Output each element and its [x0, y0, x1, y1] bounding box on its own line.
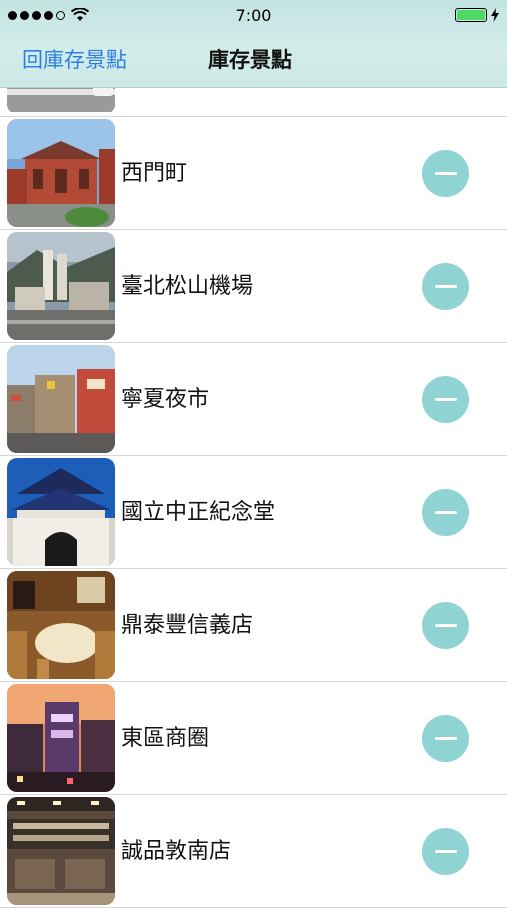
- remove-button[interactable]: [422, 489, 469, 536]
- list-item[interactable]: 臺北松山機場: [0, 230, 507, 343]
- wifi-icon: [71, 8, 89, 21]
- attraction-name: 誠品敦南店: [121, 839, 232, 864]
- battery-icon: [455, 8, 499, 22]
- minus-icon: [434, 285, 457, 288]
- remove-button[interactable]: [422, 150, 469, 197]
- remove-button[interactable]: [422, 602, 469, 649]
- attraction-name: 西門町: [121, 161, 188, 186]
- attraction-thumbnail: [7, 345, 115, 453]
- charging-bolt-icon: [491, 8, 499, 22]
- list-item[interactable]: 鼎泰豐信義店: [0, 569, 507, 682]
- attraction-name: 寧夏夜市: [121, 387, 210, 412]
- list-item[interactable]: 寧夏夜市: [0, 343, 507, 456]
- remove-button[interactable]: [422, 263, 469, 310]
- minus-icon: [434, 737, 457, 740]
- back-button[interactable]: 回庫存景點: [22, 44, 127, 74]
- remove-button[interactable]: [422, 376, 469, 423]
- attraction-name: 臺北松山機場: [121, 274, 254, 299]
- list-item[interactable]: 西門町: [0, 117, 507, 230]
- attraction-thumbnail: [7, 119, 115, 227]
- attraction-thumbnail: [7, 797, 115, 905]
- list-item[interactable]: 國立中正紀念堂: [0, 456, 507, 569]
- attraction-list[interactable]: 西門町 臺北松山機場 寧夏夜市 國立中正紀念堂 鼎泰豐信義店 東區商圈 誠品敦南…: [0, 0, 507, 908]
- minus-icon: [434, 511, 457, 514]
- minus-icon: [434, 850, 457, 853]
- signal-strength-icon: [8, 10, 65, 20]
- minus-icon: [434, 172, 457, 175]
- attraction-thumbnail: [7, 232, 115, 340]
- attraction-thumbnail: [7, 571, 115, 679]
- list-item[interactable]: 東區商圈: [0, 682, 507, 795]
- minus-icon: [434, 624, 457, 627]
- attraction-thumbnail: [7, 684, 115, 792]
- minus-icon: [434, 398, 457, 401]
- attraction-name: 東區商圈: [121, 726, 210, 751]
- attraction-name: 國立中正紀念堂: [121, 500, 276, 525]
- page-title: 庫存景點: [208, 48, 292, 72]
- attraction-name: 鼎泰豐信義店: [121, 613, 254, 638]
- list-item[interactable]: 誠品敦南店: [0, 795, 507, 908]
- status-bar: 7:00: [0, 0, 507, 30]
- remove-button[interactable]: [422, 828, 469, 875]
- remove-button[interactable]: [422, 715, 469, 762]
- attraction-thumbnail: [7, 458, 115, 566]
